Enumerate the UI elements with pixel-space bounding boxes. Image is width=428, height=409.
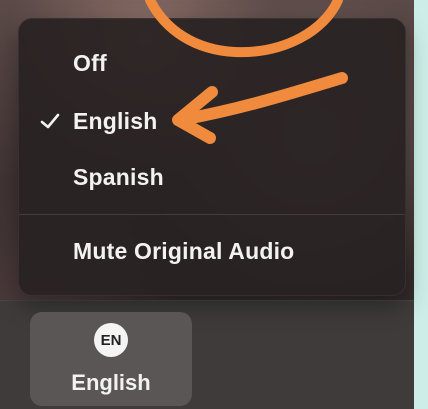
menu-divider <box>19 214 405 215</box>
meeting-screenshot: Off English Spanish Mute Original Audio … <box>0 0 428 409</box>
menu-item-label: English <box>73 107 158 134</box>
checkmark-icon <box>39 110 61 132</box>
menu-item-label: Off <box>73 49 107 76</box>
menu-item-spanish[interactable]: Spanish <box>19 153 405 201</box>
menu-item-label: Mute Original Audio <box>73 237 295 264</box>
menu-item-english[interactable]: English <box>19 97 405 145</box>
menu-item-mute-original-audio[interactable]: Mute Original Audio <box>19 227 405 275</box>
language-button-label: English <box>71 370 151 395</box>
side-strip <box>414 0 428 409</box>
language-dropdown-menu: Off English Spanish Mute Original Audio <box>18 18 406 296</box>
language-badge: EN <box>94 323 128 357</box>
menu-item-off[interactable]: Off <box>19 39 405 87</box>
language-button[interactable]: EN English <box>30 312 192 406</box>
menu-item-label: Spanish <box>73 163 164 190</box>
